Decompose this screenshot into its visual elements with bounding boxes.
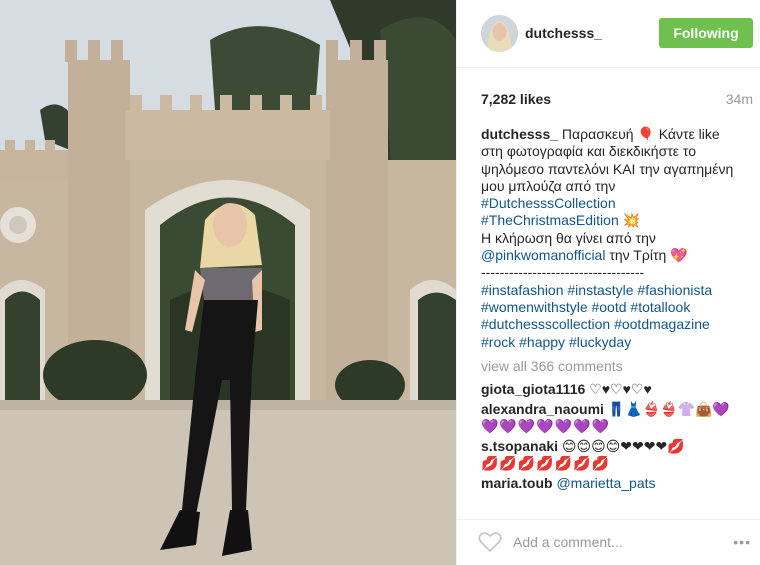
post-photo[interactable] — [0, 0, 456, 565]
comment-text: 😊😊😊😊❤❤❤❤💋 — [558, 437, 685, 454]
following-button[interactable]: Following — [659, 18, 753, 48]
comment-text-continued: 💋💋💋💋💋💋💋 — [481, 455, 611, 471]
avatar-image — [481, 15, 518, 52]
caption-mention[interactable]: @pinkwomanofficial — [481, 247, 605, 263]
caption-hashtags-3[interactable]: #dutchessscollection #ootdmagazine — [481, 316, 753, 333]
comment-username[interactable]: s.tsopanaki — [481, 438, 558, 454]
comment-text: ♡♥♡♥♡♥ — [585, 381, 652, 397]
comments-list: giota_giota1116 ♡♥♡♥♡♥ alexandra_naoumi … — [481, 381, 753, 494]
caption-text-7: Η κλήρωση θα γίνει από την — [481, 229, 656, 246]
comment-text-continued: 💜💜💜💜💜💜💜 — [481, 418, 611, 434]
caption-hashtags-2[interactable]: #womenwithstyle #ootd #totallook — [481, 299, 753, 316]
post-time[interactable]: 34m — [726, 91, 753, 107]
caption-text-1: Παρασκευή 🎈 Κάντε like — [558, 126, 720, 142]
heart-outline-icon[interactable] — [478, 531, 502, 553]
comment-item: maria.toub @marietta_pats — [481, 475, 753, 493]
comment-mention[interactable]: @marietta_pats — [556, 475, 655, 491]
caption-text-3: ψηλόμεσο παντελόνι ΚΑΙ την αγαπημένη — [481, 160, 734, 177]
comment-footer: Add a comment... ••• — [457, 519, 760, 565]
caption-line-1: dutchesss_ Παρασκευή 🎈 Κάντε like — [481, 126, 753, 143]
caption-username[interactable]: dutchesss_ — [481, 126, 558, 142]
caption-emoji-boom: 💥 — [618, 212, 641, 229]
comment-username[interactable]: giota_giota1116 — [481, 381, 585, 397]
caption-hashtag-christmas[interactable]: #TheChristmasEdition — [481, 212, 619, 228]
view-all-comments-link[interactable]: view all 366 comments — [481, 358, 623, 374]
add-comment-input[interactable]: Add a comment... — [513, 534, 623, 550]
post-image — [0, 0, 456, 565]
comment-username[interactable]: maria.toub — [481, 475, 553, 491]
avatar[interactable] — [481, 15, 518, 52]
post-username[interactable]: dutchesss_ — [525, 25, 602, 41]
comment-item: alexandra_naoumi 👖👗👙👙👚👜💜 💜💜💜💜💜💜💜 — [481, 401, 753, 436]
caption-hashtag-collection[interactable]: #DutchesssCollection — [481, 195, 753, 212]
post-meta: 7,282 likes 34m — [481, 91, 753, 107]
caption-hashtags-1[interactable]: #instafashion #instastyle #fashionista — [481, 282, 753, 299]
comment-item: giota_giota1116 ♡♥♡♥♡♥ — [481, 381, 753, 399]
caption-text-4: μου μπλούζα από την — [481, 177, 616, 194]
comment-text: 👖👗👙👙👚👜💜 — [603, 400, 730, 417]
caption-hashtags-4[interactable]: #rock #happy #luckyday — [481, 334, 753, 351]
caption-line-6: #TheChristmasEdition 💥 — [481, 212, 753, 229]
post-sidebar: dutchesss_ Following 7,282 likes 34m dut… — [456, 0, 760, 565]
comment-username[interactable]: alexandra_naoumi — [481, 401, 604, 417]
likes-count[interactable]: 7,282 likes — [481, 91, 551, 107]
comment-item: s.tsopanaki 😊😊😊😊❤❤❤❤💋 💋💋💋💋💋💋💋 — [481, 438, 753, 473]
caption-text-2: στη φωτογραφία και διεκδικήστε το — [481, 143, 697, 160]
ellipsis-icon[interactable]: ••• — [733, 534, 751, 550]
caption-line-8: @pinkwomanofficial την Τρίτη 💖 — [481, 247, 753, 264]
post-caption: dutchesss_ Παρασκευή 🎈 Κάντε like στη φω… — [481, 126, 753, 351]
caption-divider: ----------------------------------- — [481, 264, 645, 281]
caption-text-8: την Τρίτη 💖 — [605, 247, 688, 264]
post-header: dutchesss_ Following — [457, 0, 760, 68]
